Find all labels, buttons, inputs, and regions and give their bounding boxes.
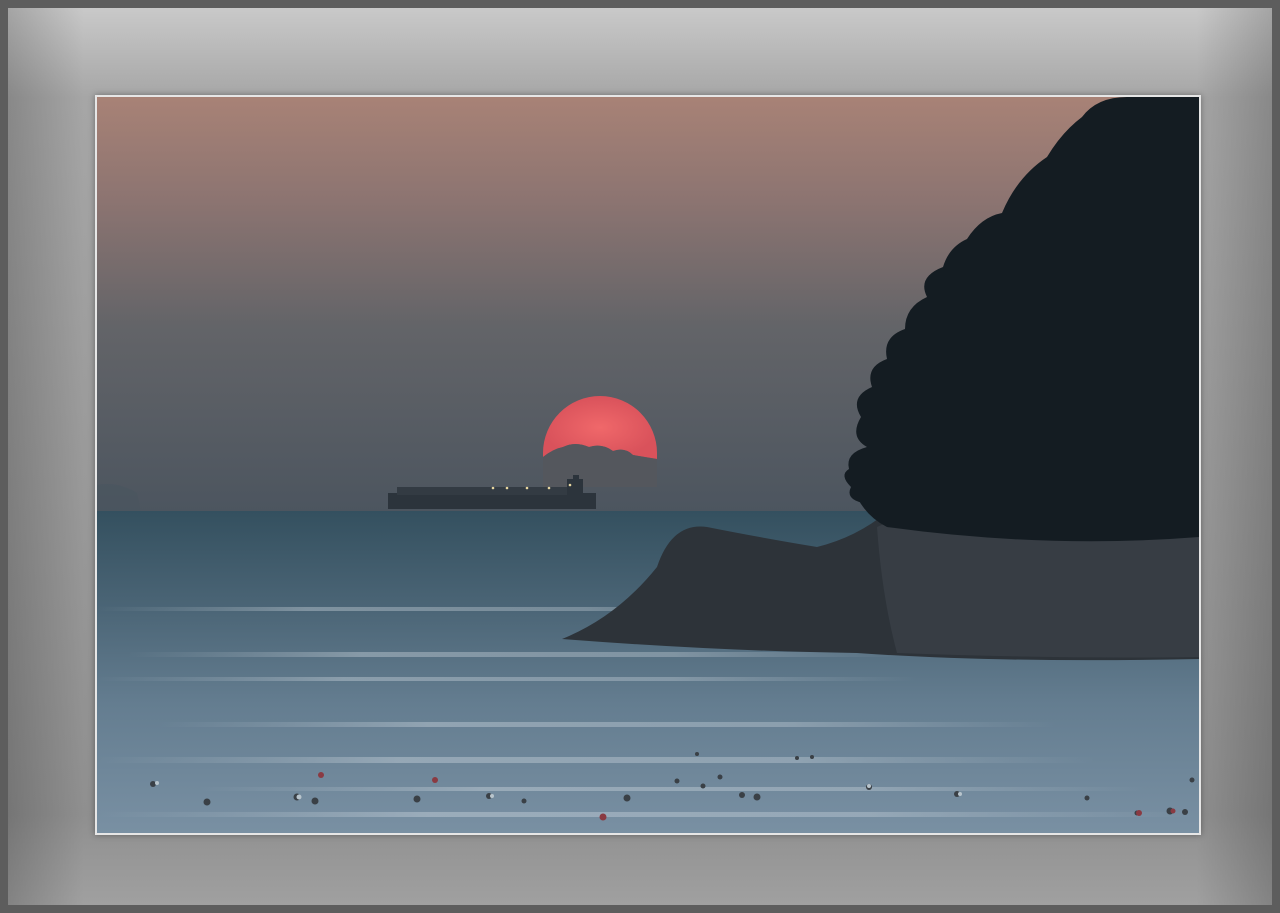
sunset-scene	[97, 97, 1199, 833]
photo-frame	[0, 0, 1280, 913]
sunset-photo	[95, 95, 1201, 835]
